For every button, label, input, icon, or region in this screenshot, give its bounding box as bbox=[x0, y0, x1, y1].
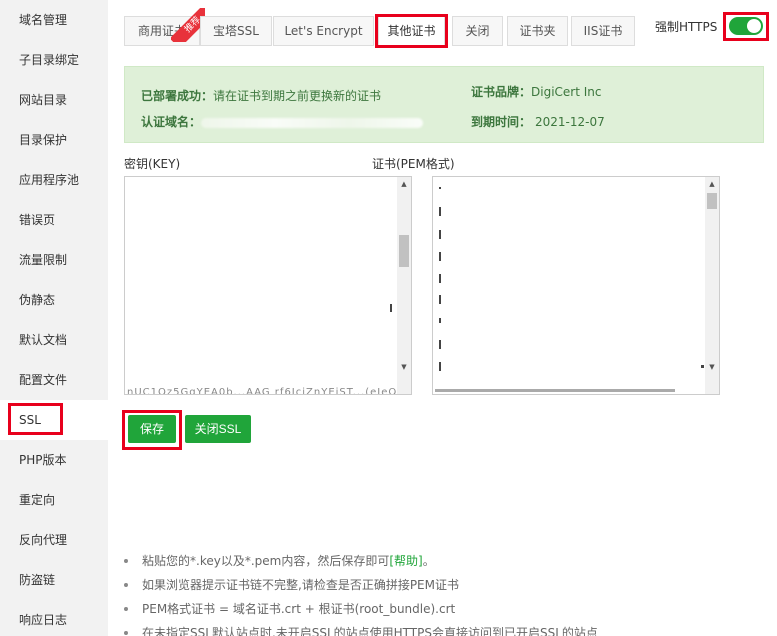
force-https-label: 强制HTTPS bbox=[655, 20, 718, 34]
scroll-thumb[interactable] bbox=[707, 193, 717, 209]
other-cert-highlight-box bbox=[375, 14, 448, 48]
cert-expiry-key: 到期时间： bbox=[471, 115, 532, 129]
cert-textarea[interactable]: ▲ ▼ bbox=[432, 176, 720, 395]
key-textarea[interactable]: nUC1Qz5GqYEA0b...AAG rf6JcjZnYEiST...(eJ… bbox=[124, 176, 412, 395]
list-item: 如果浏览器提示证书链不完整,请检查是否正确拼接PEM证书 bbox=[124, 573, 764, 597]
sidebar-item-rewrite[interactable]: 伪静态 bbox=[0, 280, 108, 320]
text-fragment bbox=[439, 207, 441, 216]
cert-expiry: 到期时间： 2021-12-07 bbox=[471, 113, 605, 130]
save-highlight-box bbox=[122, 410, 182, 450]
deploy-status-value: 请在证书到期之前更换新的证书 bbox=[213, 89, 382, 103]
ssl-highlight-box bbox=[8, 403, 63, 435]
text-fragment bbox=[439, 252, 441, 261]
cert-domain: 认证域名： bbox=[141, 113, 424, 130]
tips-list: 粘贴您的*.key以及*.pem内容，然后保存即可[帮助]。 如果浏览器提示证书… bbox=[124, 549, 764, 636]
sidebar: 域名管理 子目录绑定 网站目录 目录保护 应用程序池 错误页 流量限制 伪静态 … bbox=[0, 0, 108, 636]
key-label: 密钥(KEY) bbox=[124, 157, 181, 171]
sidebar-item-reverse-proxy[interactable]: 反向代理 bbox=[0, 520, 108, 560]
text-fragment bbox=[439, 295, 441, 304]
close-ssl-button[interactable]: 关闭SSL bbox=[185, 415, 251, 443]
sidebar-item-app-pool[interactable]: 应用程序池 bbox=[0, 160, 108, 200]
sidebar-item-dir-protect[interactable]: 目录保护 bbox=[0, 120, 108, 160]
tab-iis-cert[interactable]: IIS证书 bbox=[571, 16, 635, 46]
deploy-status: 已部署成功：请在证书到期之前更换新的证书 bbox=[141, 87, 381, 104]
sidebar-item-site-dir[interactable]: 网站目录 bbox=[0, 80, 108, 120]
key-bottom-text: nUC1Qz5GqYEA0b...AAG rf6JcjZnYEiST...(eJ… bbox=[127, 387, 397, 395]
sidebar-item-config-file[interactable]: 配置文件 bbox=[0, 360, 108, 400]
scroll-thumb[interactable] bbox=[399, 235, 409, 267]
cert-brand-key: 证书品牌： bbox=[471, 85, 532, 99]
text-fragment bbox=[439, 230, 441, 239]
cert-brand: 证书品牌：DigiCert Inc bbox=[471, 83, 602, 100]
sidebar-item-subdir[interactable]: 子目录绑定 bbox=[0, 40, 108, 80]
https-highlight-box bbox=[723, 12, 769, 41]
scroll-down-icon[interactable]: ▼ bbox=[397, 360, 411, 374]
list-item: 粘贴您的*.key以及*.pem内容，然后保存即可[帮助]。 bbox=[124, 549, 764, 573]
sidebar-item-default-doc[interactable]: 默认文档 bbox=[0, 320, 108, 360]
sidebar-item-error-page[interactable]: 错误页 bbox=[0, 200, 108, 240]
sidebar-item-hotlink[interactable]: 防盗链 bbox=[0, 560, 108, 600]
list-item: PEM格式证书 = 域名证书.crt + 根证书(root_bundle).cr… bbox=[124, 597, 764, 621]
cert-domain-key: 认证域名： bbox=[141, 115, 202, 129]
tab-bt-ssl[interactable]: 宝塔SSL bbox=[200, 16, 272, 46]
tab-close[interactable]: 关闭 bbox=[452, 16, 503, 46]
text-fragment bbox=[439, 362, 441, 371]
blurred-domain bbox=[201, 117, 424, 128]
tab-cert-folder[interactable]: 证书夹 bbox=[507, 16, 568, 46]
cert-expiry-value: 2021-12-07 bbox=[535, 115, 605, 129]
text-fragment bbox=[439, 187, 441, 189]
text-fragment bbox=[701, 365, 704, 368]
text-fragment bbox=[439, 340, 441, 349]
sidebar-item-response-log[interactable]: 响应日志 bbox=[0, 600, 108, 636]
scroll-up-icon[interactable]: ▲ bbox=[705, 177, 719, 191]
text-fragment bbox=[390, 304, 392, 312]
sidebar-item-traffic-limit[interactable]: 流量限制 bbox=[0, 240, 108, 280]
sidebar-item-php-version[interactable]: PHP版本 bbox=[0, 440, 108, 480]
deploy-status-key: 已部署成功： bbox=[141, 89, 214, 103]
scroll-up-icon[interactable]: ▲ bbox=[397, 177, 411, 191]
list-item: 在未指定SSL默认站点时,未开启SSL的站点使用HTTPS会直接访问到已开启SS… bbox=[124, 621, 764, 636]
tip-text: 。 bbox=[422, 554, 435, 568]
text-fragment bbox=[439, 274, 441, 283]
key-scrollbar[interactable]: ▲ ▼ bbox=[397, 177, 411, 394]
tip-text: 粘贴您的*.key以及*.pem内容，然后保存即可 bbox=[142, 554, 390, 568]
text-fragment bbox=[439, 318, 441, 323]
sidebar-item-domain[interactable]: 域名管理 bbox=[0, 0, 108, 40]
tab-lets-encrypt[interactable]: Let's Encrypt bbox=[273, 16, 374, 46]
cert-brand-value: DigiCert Inc bbox=[531, 85, 602, 99]
cert-label: 证书(PEM格式) bbox=[372, 157, 455, 171]
scroll-down-icon[interactable]: ▼ bbox=[705, 360, 719, 374]
sidebar-item-redirect[interactable]: 重定向 bbox=[0, 480, 108, 520]
ssl-status-panel: 已部署成功：请在证书到期之前更换新的证书 认证域名： 证书品牌：DigiCert… bbox=[124, 66, 764, 143]
help-link[interactable]: [帮助] bbox=[389, 554, 422, 568]
cert-scrollbar[interactable]: ▲ ▼ bbox=[705, 177, 719, 394]
text-fragment bbox=[435, 389, 675, 392]
